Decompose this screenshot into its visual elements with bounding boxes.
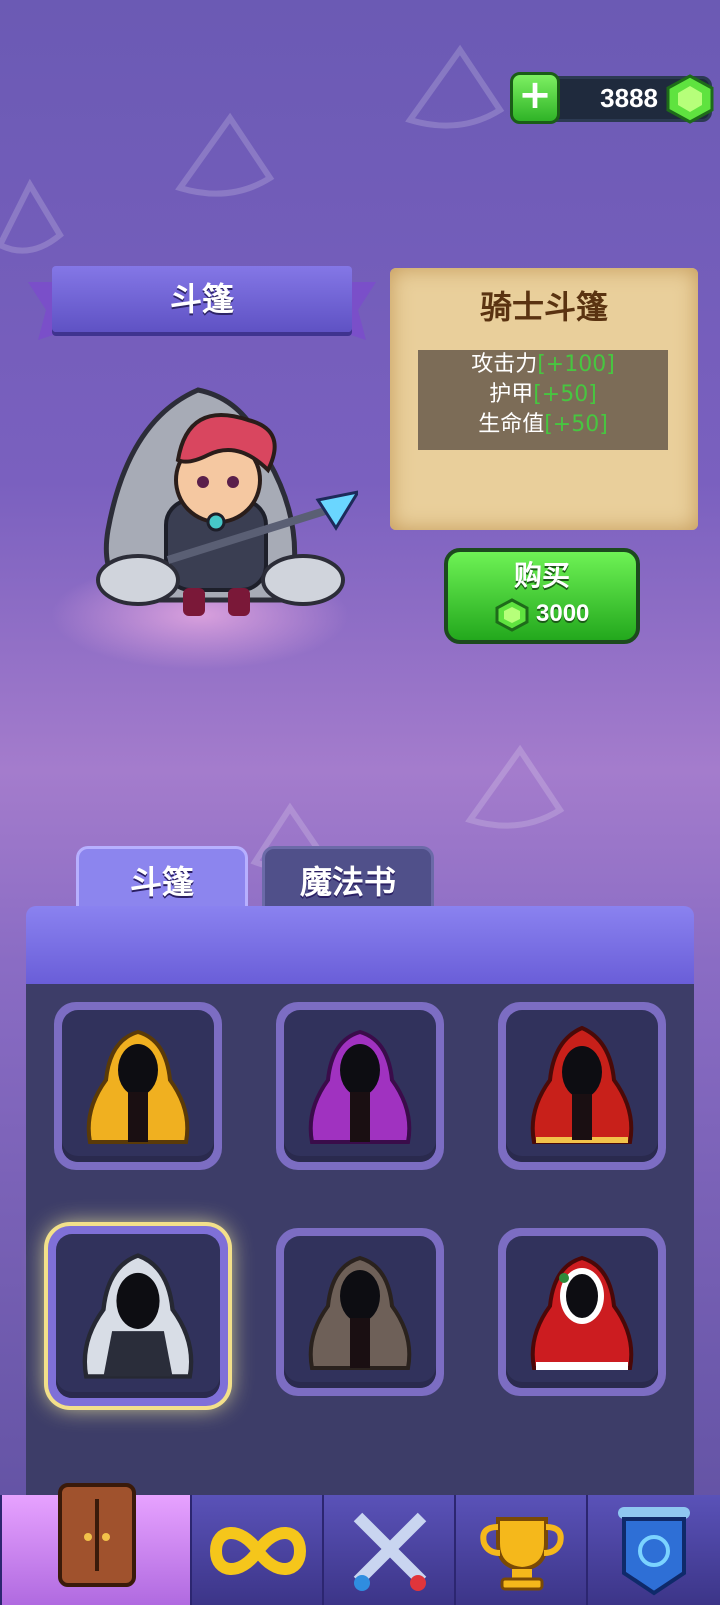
trophy-icon xyxy=(480,1517,564,1591)
tab-spellbooks[interactable]: 魔法书 xyxy=(262,846,434,908)
nav-wardrobe[interactable] xyxy=(0,1483,190,1605)
character-avatar xyxy=(96,387,358,616)
hat-decoration-icon xyxy=(465,744,565,829)
nav-battle[interactable] xyxy=(322,1495,454,1605)
buy-label: 购买 xyxy=(513,559,570,592)
gem-icon xyxy=(666,74,714,124)
brown-stone-cloak-icon xyxy=(308,1255,412,1370)
cloak-slot-1[interactable] xyxy=(54,1002,222,1170)
item-name: 骑士斗篷 xyxy=(479,288,608,326)
cloak-slot-6[interactable] xyxy=(498,1228,666,1396)
stat-armor: 护甲[+50] xyxy=(489,382,597,407)
hat-decoration-icon xyxy=(405,44,505,129)
cloak-slot-2[interactable] xyxy=(276,1002,444,1170)
panel-header xyxy=(26,906,694,984)
buy-price: 3000 xyxy=(536,600,590,627)
cloak-slot-3[interactable] xyxy=(498,1002,666,1170)
red-gold-cloak-icon xyxy=(530,1025,634,1144)
gem-amount: 3888 xyxy=(600,83,658,113)
knight-cloak-icon xyxy=(82,1253,194,1379)
purple-cloak-icon xyxy=(308,1029,412,1144)
cloak-slot-4-selected[interactable] xyxy=(48,1226,228,1406)
tab-cloaks[interactable]: 斗篷 xyxy=(76,846,248,908)
yellow-cloak-icon xyxy=(86,1029,190,1144)
cloak-slot-5[interactable] xyxy=(276,1228,444,1396)
section-title: 斗篷 xyxy=(169,280,234,318)
nav-guild[interactable] xyxy=(586,1495,720,1605)
stat-attack: 攻击力[+100] xyxy=(471,352,615,377)
hat-decoration-icon xyxy=(175,112,275,197)
christmas-cloak-icon xyxy=(530,1255,634,1370)
infinity-icon xyxy=(210,1527,306,1575)
nav-leaderboard[interactable] xyxy=(454,1495,586,1605)
banner-shield-icon xyxy=(618,1507,690,1596)
hat-decoration-icon xyxy=(0,178,64,254)
stat-health: 生命值[+50] xyxy=(478,412,608,437)
crossed-swords-icon xyxy=(353,1512,427,1591)
stats-box: 攻击力[+100] 护甲[+50] 生命值[+50] xyxy=(418,350,668,450)
wardrobe-icon xyxy=(58,1483,136,1587)
nav-endless[interactable] xyxy=(190,1495,322,1605)
gem-icon xyxy=(495,598,529,632)
add-currency-button[interactable]: + xyxy=(510,72,560,124)
